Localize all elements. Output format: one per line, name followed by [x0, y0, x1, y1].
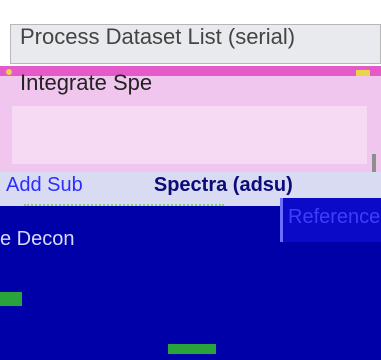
green-progress-marker — [168, 344, 216, 354]
green-marker-icon — [0, 292, 22, 306]
scrollbar-thumb[interactable] — [372, 154, 376, 172]
warning-icon — [356, 70, 370, 76]
add-sub-label-light: Add Sub — [6, 174, 83, 196]
reference-tab-label: Reference — [288, 206, 381, 228]
add-sub-spectra-label: Add Sub Spectra (adsu) — [6, 174, 293, 197]
dataset-list-title: Process Dataset List (serial) — [20, 24, 296, 49]
dotted-separator — [24, 204, 224, 214]
integrate-spectra-body — [12, 106, 367, 164]
status-dot-icon — [6, 69, 12, 75]
integrate-spectra-label: Integrate Spe — [20, 70, 153, 95]
add-sub-label-bold: Spectra (adsu) — [153, 174, 293, 196]
deconvolve-label: e Decon — [0, 228, 75, 250]
